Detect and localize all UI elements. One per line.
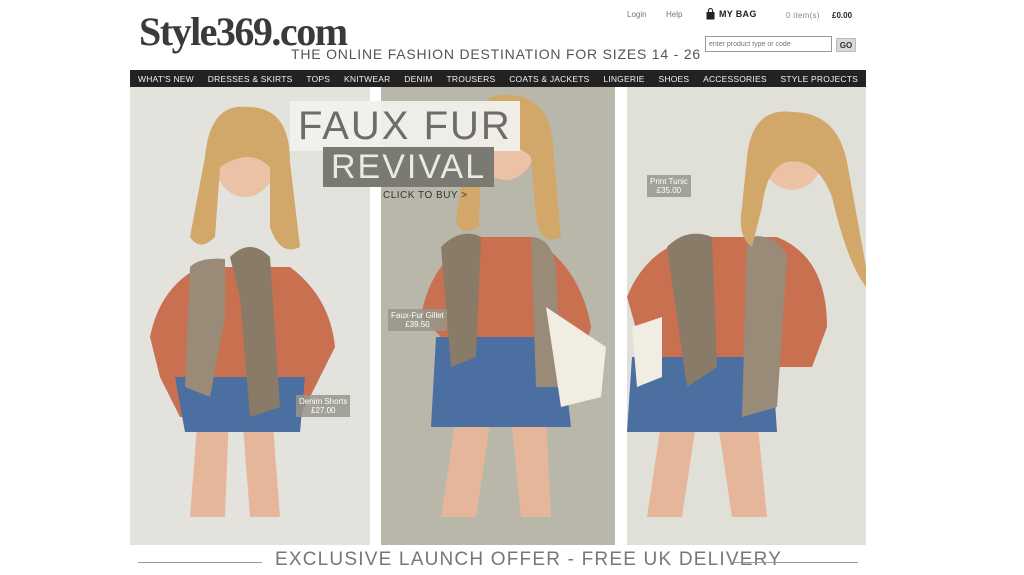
bag-item-count: 0 item(s) <box>786 11 820 20</box>
nav-accessories[interactable]: ACCESSORIES <box>703 74 767 84</box>
divider-left <box>138 562 262 563</box>
product-tag-name: Faux-Fur Gillet <box>391 311 444 320</box>
bag-total: £0.00 <box>832 11 853 20</box>
hero-headline-line2: REVIVAL <box>323 147 495 187</box>
product-tag-price: £27.00 <box>311 406 336 415</box>
shopping-bag-icon <box>706 8 715 20</box>
hero-banner[interactable]: FAUX FUR REVIVAL CLICK TO BUY > Denim Sh… <box>130 87 866 545</box>
nav-trousers[interactable]: TROUSERS <box>447 74 496 84</box>
hero-headline-line1: FAUX FUR <box>290 101 520 151</box>
site-tagline: THE ONLINE FASHION DESTINATION FOR SIZES… <box>291 46 701 62</box>
nav-knitwear[interactable]: KNITWEAR <box>344 74 390 84</box>
nav-coats-jackets[interactable]: COATS & JACKETS <box>509 74 589 84</box>
search-input[interactable] <box>705 36 832 52</box>
my-bag-label: MY BAG <box>719 9 757 19</box>
nav-whats-new[interactable]: WHAT'S NEW <box>138 74 194 84</box>
product-tag-name: Print Tunic <box>650 177 688 186</box>
divider-right <box>734 562 858 563</box>
nav-dresses-skirts[interactable]: DRESSES & SKIRTS <box>208 74 293 84</box>
product-tag-denim-shorts[interactable]: Denim Shorts £27.00 <box>296 395 351 417</box>
nav-shoes[interactable]: SHOES <box>658 74 689 84</box>
nav-lingerie[interactable]: LINGERIE <box>603 74 644 84</box>
my-bag-button[interactable]: MY BAG <box>706 8 757 20</box>
nav-style-projects[interactable]: STYLE PROJECTS <box>781 74 858 84</box>
main-nav: WHAT'S NEW DRESSES & SKIRTS TOPS KNITWEA… <box>130 70 866 87</box>
model-photo-right[interactable] <box>627 87 866 545</box>
launch-offer-banner[interactable]: EXCLUSIVE LAUNCH OFFER - FREE UK DELIVER… <box>275 549 782 571</box>
nav-denim[interactable]: DENIM <box>404 74 432 84</box>
product-tag-price: £35.00 <box>656 186 682 195</box>
search-go-button[interactable]: GO <box>836 38 856 52</box>
click-to-buy-link[interactable]: CLICK TO BUY > <box>383 190 468 201</box>
help-link[interactable]: Help <box>666 10 682 19</box>
product-tag-faux-fur-gillet[interactable]: Faux-Fur Gillet £39.50 <box>388 309 447 331</box>
nav-tops[interactable]: TOPS <box>306 74 330 84</box>
login-link[interactable]: Login <box>627 10 647 19</box>
product-tag-print-tunic[interactable]: Print Tunic £35.00 <box>647 175 691 197</box>
product-tag-price: £39.50 <box>405 320 430 329</box>
product-tag-name: Denim Shorts <box>299 397 348 406</box>
model-figure-right <box>627 111 866 517</box>
